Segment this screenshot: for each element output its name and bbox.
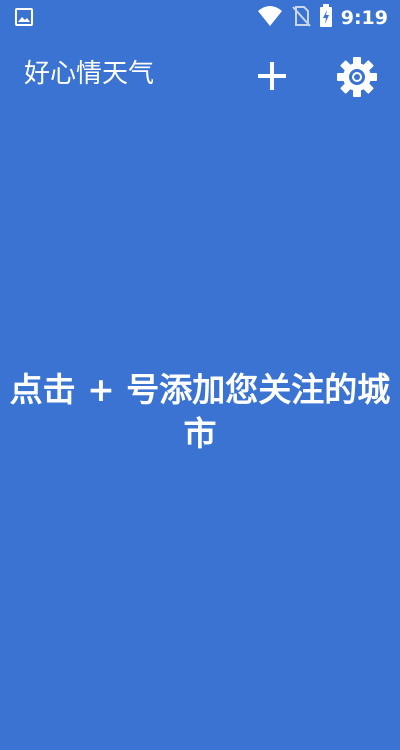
add-city-button[interactable] [250, 54, 294, 98]
app-title: 好心情天气 [24, 59, 155, 89]
empty-state-message: 点击 + 号添加您关注的城市 [9, 370, 391, 453]
gear-icon [334, 57, 380, 104]
app-bar: 好心情天气 [0, 36, 400, 116]
wifi-icon [257, 5, 283, 31]
settings-button[interactable] [334, 54, 380, 100]
status-icons: 9:19 [257, 4, 388, 32]
status-bar: 9:19 [0, 0, 400, 36]
plus-icon [250, 62, 294, 102]
no-sim-icon [291, 5, 311, 31]
image-icon [14, 7, 34, 27]
status-time: 9:19 [340, 7, 388, 29]
battery-charging-icon [319, 4, 333, 32]
